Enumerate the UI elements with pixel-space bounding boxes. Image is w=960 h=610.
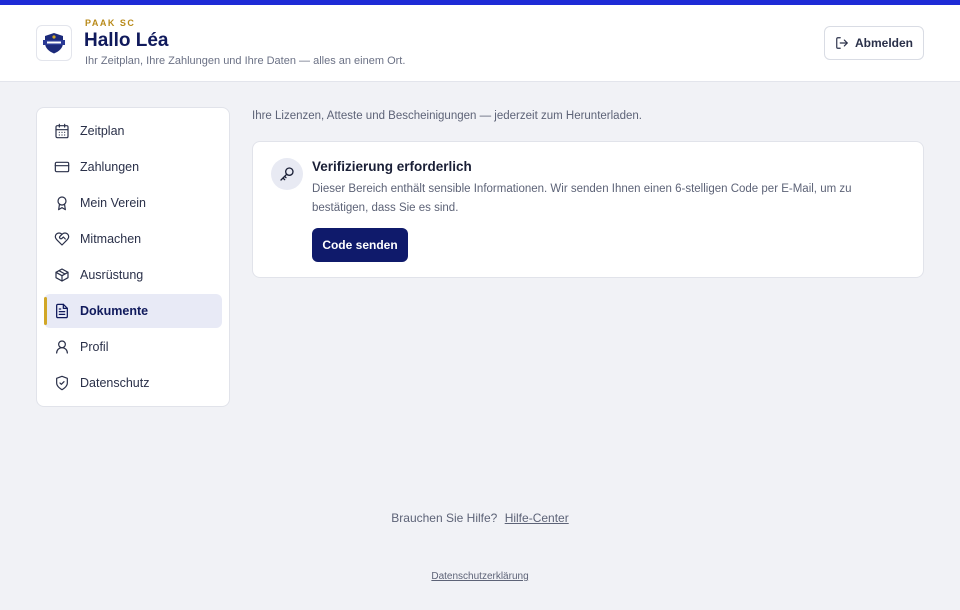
package-icon	[54, 267, 70, 283]
heart-handshake-icon	[54, 231, 70, 247]
sidebar-item-datenschutz[interactable]: Datenschutz	[44, 366, 222, 400]
sidebar-item-dokumente[interactable]: Dokumente	[44, 294, 222, 328]
card-description: Dieser Bereich enthält sensible Informat…	[312, 183, 852, 214]
privacy-footer: Datenschutzerklärung	[0, 571, 960, 582]
sidebar-nav: Zeitplan Zahlungen Mein Verein Mitmachen	[36, 107, 230, 407]
help-center-link[interactable]: Hilfe-Center	[505, 511, 569, 525]
sidebar-item-zahlungen[interactable]: Zahlungen	[44, 150, 222, 184]
sidebar-item-label: Zeitplan	[80, 124, 125, 138]
sidebar-item-zeitplan[interactable]: Zeitplan	[44, 114, 222, 148]
card-title: Verifizierung erforderlich	[312, 159, 472, 174]
header: PAAK SC Hallo Léa Ihr Zeitplan, Ihre Zah…	[0, 5, 960, 82]
sidebar-item-label: Zahlungen	[80, 160, 140, 174]
header-subtitle: Ihr Zeitplan, Ihre Zahlungen und Ihre Da…	[85, 55, 406, 67]
privacy-policy-link[interactable]: Datenschutzerklärung	[431, 571, 528, 582]
section-intro: Ihre Lizenzen, Atteste und Bescheinigung…	[252, 110, 642, 122]
sidebar-item-label: Profil	[80, 340, 109, 354]
document-icon	[54, 303, 70, 319]
verification-card: Verifizierung erforderlich Dieser Bereic…	[252, 141, 924, 278]
sidebar-item-label: Mitmachen	[80, 232, 142, 246]
sidebar-item-label: Mein Verein	[80, 196, 147, 210]
logout-button[interactable]: Abmelden	[824, 26, 924, 60]
sidebar-item-mein-verein[interactable]: Mein Verein	[44, 186, 222, 220]
sidebar-item-label: Datenschutz	[80, 376, 150, 390]
logout-icon	[835, 36, 849, 50]
credit-card-icon	[54, 159, 70, 175]
sidebar-item-label: Dokumente	[80, 304, 149, 318]
key-icon	[271, 158, 303, 190]
club-logo	[36, 25, 72, 61]
page-title: Hallo Léa	[84, 30, 169, 51]
sidebar-item-mitmachen[interactable]: Mitmachen	[44, 222, 222, 256]
send-code-button[interactable]: Code senden	[312, 228, 408, 262]
logout-label: Abmelden	[854, 36, 913, 50]
sidebar-item-label: Ausrüstung	[80, 268, 144, 282]
user-icon	[54, 339, 70, 355]
club-name: PAAK SC	[85, 18, 136, 28]
sidebar-item-ausruestung[interactable]: Ausrüstung	[44, 258, 222, 292]
help-prompt: Brauchen Sie Hilfe?	[391, 511, 498, 525]
sidebar-item-profil[interactable]: Profil	[44, 330, 222, 364]
calendar-icon	[54, 123, 70, 139]
award-icon	[54, 195, 70, 211]
help-footer: Brauchen Sie Hilfe? Hilfe-Center	[0, 511, 960, 525]
shield-icon	[54, 375, 70, 391]
